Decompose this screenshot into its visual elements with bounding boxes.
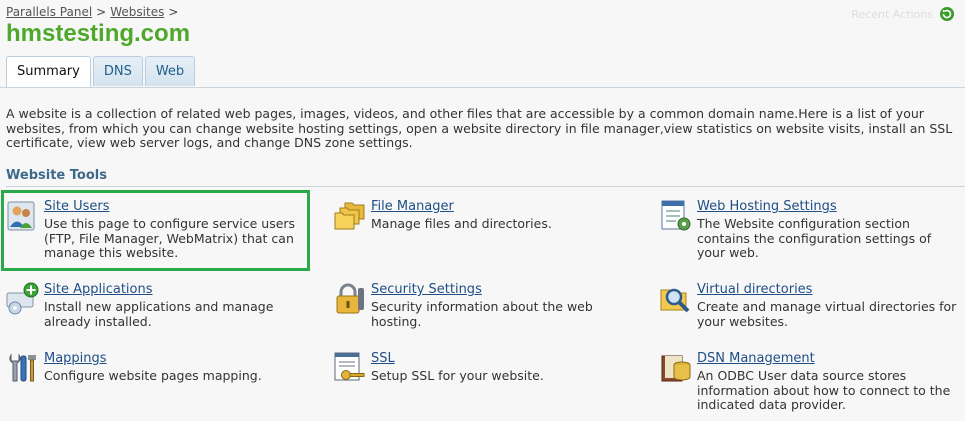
dsn-management-link[interactable]: DSN Management [697, 351, 815, 366]
security-settings-description: Security information about the web hosti… [371, 299, 593, 329]
dsn-management-description: An ODBC User data source stores informat… [697, 368, 951, 412]
tab-bar: Summary DNS Web [6, 56, 197, 88]
recent-actions-label[interactable]: Recent Actions [851, 8, 933, 21]
tab-dns[interactable]: DNS [92, 56, 143, 86]
padlock-icon [336, 283, 364, 314]
page-description: A website is a collection of related web… [6, 106, 953, 150]
refresh-icon[interactable] [939, 6, 955, 22]
section-divider [6, 186, 965, 187]
mappings-link[interactable]: Mappings [44, 351, 107, 366]
breadcrumb-link-websites[interactable]: Websites [110, 5, 164, 19]
database-book-icon [661, 355, 691, 382]
breadcrumb-separator: > [96, 5, 107, 19]
section-title: Website Tools [6, 168, 107, 183]
settings-document-icon [661, 200, 691, 231]
breadcrumb-separator: > [168, 5, 179, 19]
security-settings-link[interactable]: Security Settings [371, 282, 482, 297]
ssl-link[interactable]: SSL [371, 351, 395, 366]
folders-icon [334, 202, 365, 230]
breadcrumb: Parallels Panel > Websites > [6, 5, 182, 19]
site-applications-description: Install new applications and manage alre… [44, 299, 274, 329]
tabs-divider [0, 87, 965, 88]
site-users-highlight-box [1, 190, 310, 271]
add-application-icon [6, 282, 39, 315]
file-manager-description: Manage files and directories. [371, 216, 552, 231]
virtual-directories-description: Create and manage virtual directories fo… [697, 299, 957, 329]
certificate-key-icon [334, 352, 365, 381]
page-title: hmstesting.com [6, 20, 191, 47]
mappings-description: Configure website pages mapping. [44, 368, 262, 383]
magnifier-folder-icon [660, 288, 690, 313]
site-applications-link[interactable]: Site Applications [44, 282, 153, 297]
mapping-tools-icon [9, 353, 36, 382]
tab-summary[interactable]: Summary [6, 56, 91, 88]
web-hosting-settings-description: The Website configuration section contai… [697, 216, 932, 260]
virtual-directories-link[interactable]: Virtual directories [697, 282, 812, 297]
web-hosting-settings-link[interactable]: Web Hosting Settings [697, 199, 837, 214]
tab-web[interactable]: Web [144, 56, 196, 86]
breadcrumb-link-parallels-panel[interactable]: Parallels Panel [6, 5, 92, 19]
file-manager-link[interactable]: File Manager [371, 199, 454, 214]
ssl-description: Setup SSL for your website. [371, 368, 544, 383]
